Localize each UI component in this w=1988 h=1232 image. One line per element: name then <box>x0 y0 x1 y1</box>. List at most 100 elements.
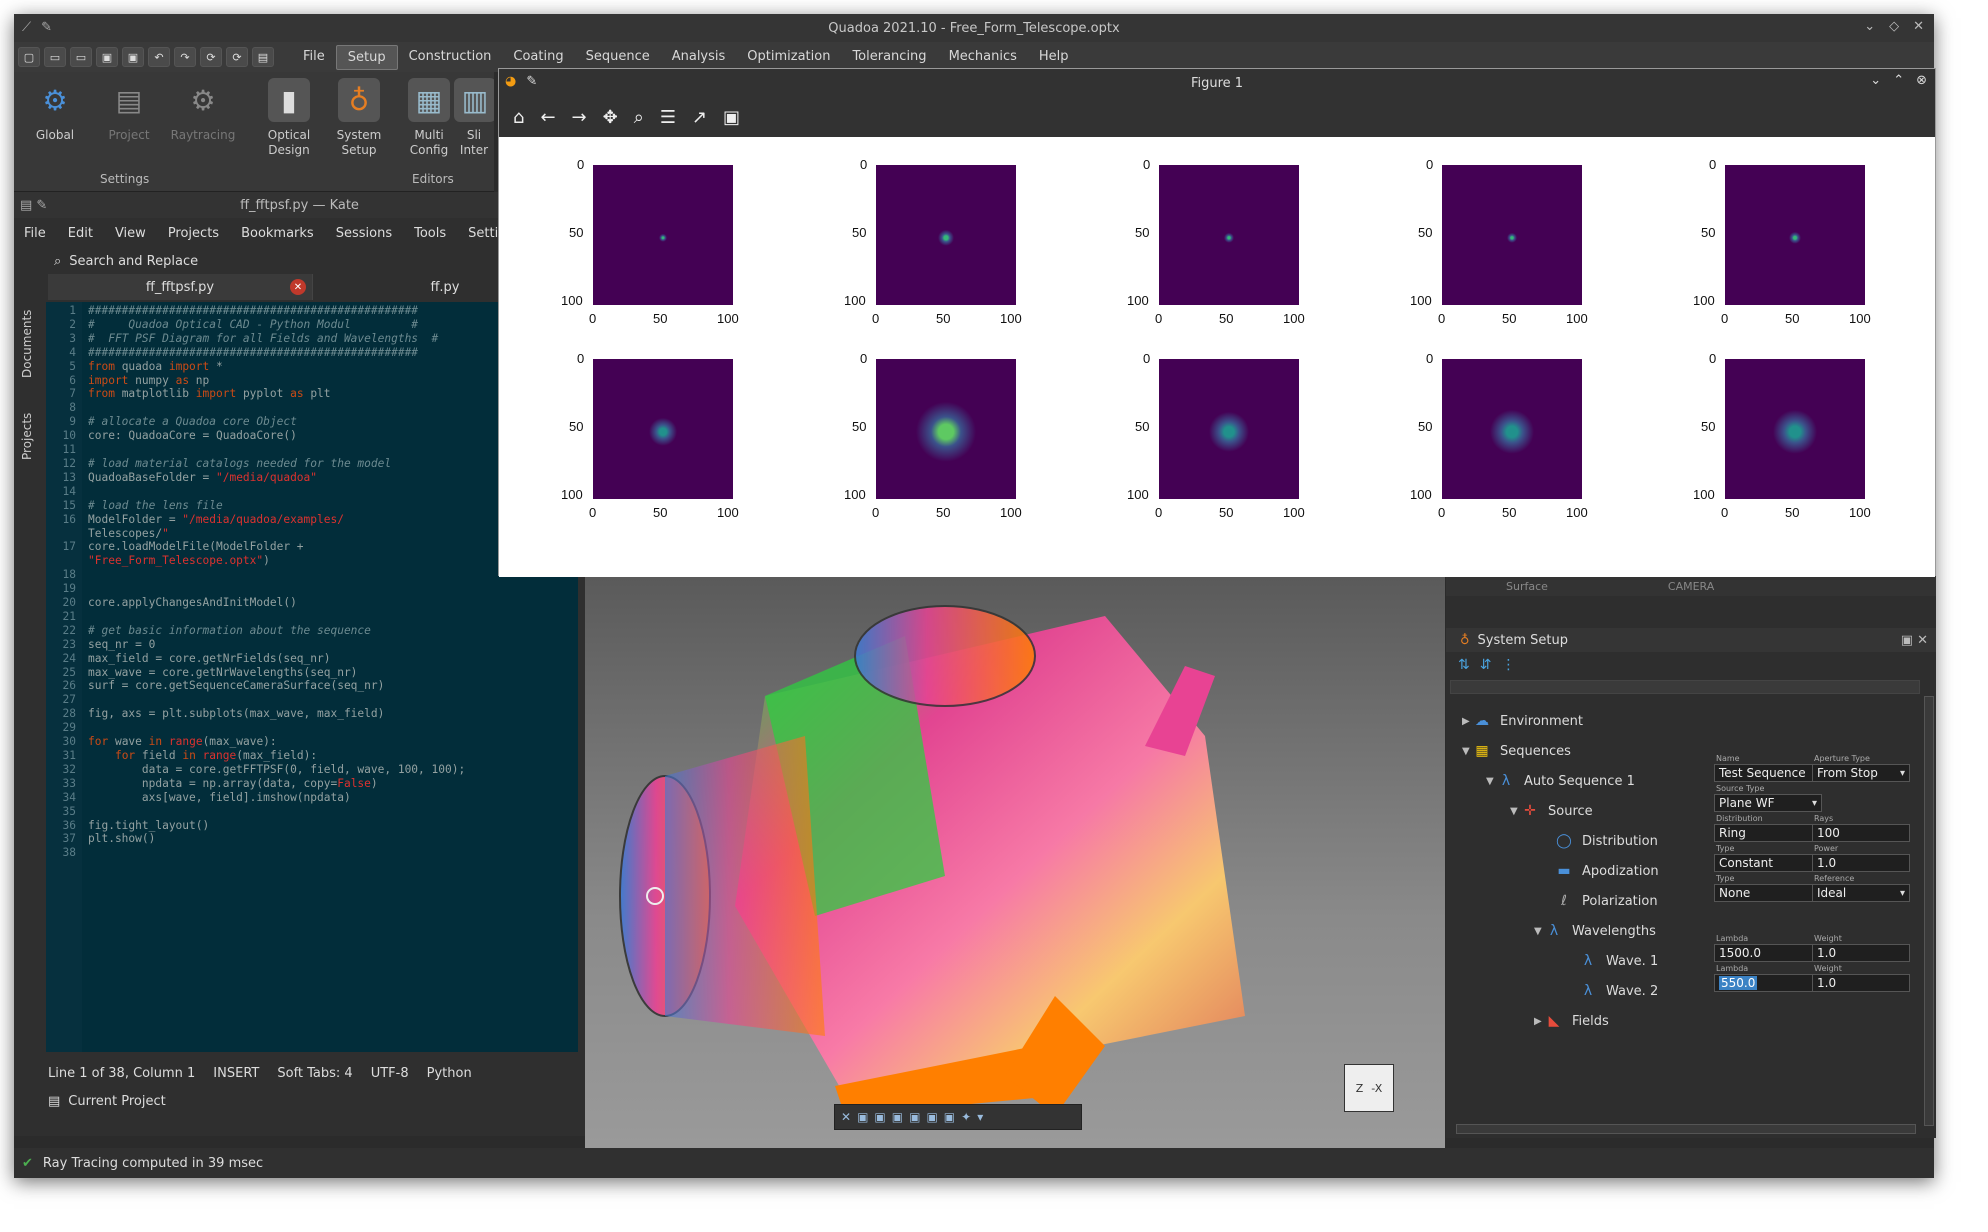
menu-tolerancing[interactable]: Tolerancing <box>841 45 937 70</box>
menu-file[interactable]: File <box>292 45 336 70</box>
source-type-select[interactable]: Plane WF <box>1714 794 1822 812</box>
back-icon[interactable]: ← <box>540 107 555 128</box>
project-button[interactable]: ▤ Project <box>94 78 164 143</box>
forward-icon[interactable]: → <box>572 107 587 128</box>
rays-field[interactable]: 100 <box>1812 824 1910 842</box>
maximize-icon[interactable]: ◇ <box>1889 19 1899 34</box>
minimize-icon[interactable]: ⌄ <box>1864 19 1875 34</box>
horizontal-scrollbar[interactable] <box>1456 1124 1916 1134</box>
menu-construction[interactable]: Construction <box>398 45 503 70</box>
redo-icon[interactable]: ↷ <box>174 47 196 67</box>
encoding-setting[interactable]: UTF-8 <box>371 1066 409 1081</box>
tree-wave2[interactable]: λ Wave. 2 <box>1580 976 1658 1006</box>
cursor-position[interactable]: Line 1 of 38, Column 1 <box>48 1066 195 1081</box>
kate-menu-file[interactable]: File <box>24 226 46 241</box>
optical-design-button[interactable]: ▮ Optical Design <box>254 78 324 158</box>
left-view-icon[interactable]: ▣ <box>892 1110 903 1124</box>
menu-sequence[interactable]: Sequence <box>575 45 661 70</box>
window-icon[interactable]: ▤ <box>252 47 274 67</box>
kate-menu-sessions[interactable]: Sessions <box>336 226 392 241</box>
save-icon[interactable]: ▣ <box>723 107 740 128</box>
system-setup-button[interactable]: ♁ System Setup <box>324 78 394 158</box>
raytracing-button[interactable]: ⚙ Raytracing <box>168 78 238 143</box>
undo-icon[interactable]: ↶ <box>148 47 170 67</box>
tree-environment[interactable]: ▶ ☁ Environment <box>1462 706 1583 736</box>
configure-icon[interactable]: ☰ <box>660 107 676 128</box>
kate-menu-projects[interactable]: Projects <box>168 226 219 241</box>
close-icon[interactable]: ✕ <box>1913 19 1924 34</box>
slice-button[interactable]: ▥ Sli Inter <box>454 78 494 158</box>
wave1-weight-field[interactable]: 1.0 <box>1812 944 1910 962</box>
iso-view-icon[interactable]: ✦ <box>961 1110 971 1124</box>
view-cube[interactable]: Z -X <box>1344 1064 1394 1112</box>
menu-coating[interactable]: Coating <box>502 45 574 70</box>
refresh-icon[interactable]: ⟳ <box>200 47 222 67</box>
kate-menu-view[interactable]: View <box>115 226 146 241</box>
kate-menu-tools[interactable]: Tools <box>414 226 446 241</box>
tree-apodization[interactable]: ▬ Apodization <box>1556 856 1658 886</box>
more-icon[interactable]: ⋮ <box>1501 657 1515 673</box>
fit-view-icon[interactable]: ✕ <box>841 1110 851 1124</box>
top-view-icon[interactable]: ▣ <box>926 1110 937 1124</box>
tree-wave1[interactable]: λ Wave. 1 <box>1580 946 1658 976</box>
sync-icon[interactable]: ⟳ <box>226 47 248 67</box>
kate-menu-edit[interactable]: Edit <box>68 226 93 241</box>
front-view-icon[interactable]: ▣ <box>857 1110 868 1124</box>
wave2-weight-field[interactable]: 1.0 <box>1812 974 1910 992</box>
documents-side-tab[interactable]: Documents <box>20 310 34 378</box>
maximize-icon[interactable]: ⌃ <box>1893 73 1904 88</box>
home-icon[interactable]: ⌂ <box>513 107 524 128</box>
tree-fields[interactable]: ▶ ◣ Fields <box>1534 1006 1609 1036</box>
sort-up-icon[interactable]: ⇅ <box>1458 657 1470 673</box>
axes-edit-icon[interactable]: ↗ <box>692 107 707 128</box>
tree-auto-sequence[interactable]: ▼ λ Auto Sequence 1 <box>1486 766 1635 796</box>
minimize-icon[interactable]: ⌄ <box>1870 73 1881 88</box>
menu-help[interactable]: Help <box>1028 45 1080 70</box>
polarization-type-select[interactable]: None <box>1714 884 1822 902</box>
open-recent-icon[interactable]: ▭ <box>70 47 92 67</box>
menu-mechanics[interactable]: Mechanics <box>938 45 1028 70</box>
pin-icon[interactable]: ✎ <box>41 20 52 35</box>
projects-side-tab[interactable]: Projects <box>20 413 34 460</box>
open-folder-icon[interactable]: ▭ <box>44 47 66 67</box>
3d-view[interactable] <box>585 576 1445 1148</box>
input-mode[interactable]: INSERT <box>213 1066 259 1081</box>
wave2-lambda-field[interactable]: 550.0 <box>1714 974 1822 992</box>
kate-menu-bookmarks[interactable]: Bookmarks <box>241 226 314 241</box>
menu-analysis[interactable]: Analysis <box>661 45 737 70</box>
right-view-icon[interactable]: ▣ <box>909 1110 920 1124</box>
save-as-icon[interactable]: ▣ <box>122 47 144 67</box>
close-icon[interactable]: ⊗ <box>1916 73 1927 88</box>
vertical-scrollbar[interactable] <box>1924 696 1934 1126</box>
view-options-icon[interactable]: ▾ <box>977 1110 983 1124</box>
float-close-icons[interactable]: ▣ ✕ <box>1901 633 1928 648</box>
tree-source[interactable]: ▼ ✛ Source <box>1510 796 1593 826</box>
new-file-icon[interactable]: ▢ <box>18 47 40 67</box>
sort-down-icon[interactable]: ⇵ <box>1480 657 1492 673</box>
bottom-view-icon[interactable]: ▣ <box>944 1110 955 1124</box>
aperture-type-select[interactable]: From Stop <box>1812 764 1910 782</box>
power-field[interactable]: 1.0 <box>1812 854 1910 872</box>
close-tab-icon[interactable]: ✕ <box>290 279 306 295</box>
save-icon[interactable]: ▣ <box>96 47 118 67</box>
reference-select[interactable]: Ideal <box>1812 884 1910 902</box>
tree-sequences[interactable]: ▼ ▦ Sequences <box>1462 736 1571 766</box>
zoom-icon[interactable]: ⌕ <box>634 107 644 128</box>
figure-canvas[interactable]: 0 50 100 0 50 100 0 50 100 0 50 100 0 50 100 0 50 100 0 50 1… <box>499 137 1935 577</box>
tree-polarization[interactable]: ℓ Polarization <box>1556 886 1657 916</box>
current-project-button[interactable]: ▤ Current Project <box>48 1090 166 1112</box>
menu-setup[interactable]: Setup <box>335 44 398 70</box>
indent-setting[interactable]: Soft Tabs: 4 <box>277 1066 352 1081</box>
back-view-icon[interactable]: ▣ <box>874 1110 885 1124</box>
language-setting[interactable]: Python <box>427 1066 472 1081</box>
tab-ff-fftpsf[interactable]: ff_fftpsf.py ✕ <box>48 274 313 300</box>
wave1-lambda-field[interactable]: 1500.0 <box>1714 944 1822 962</box>
distribution-select[interactable]: Ring <box>1714 824 1822 842</box>
global-button[interactable]: ⚙ Global <box>20 78 90 143</box>
pin-icon[interactable]: ✎ <box>526 74 537 89</box>
pan-icon[interactable]: ✥ <box>603 107 618 128</box>
tree-wavelengths[interactable]: ▼ λ Wavelengths <box>1534 916 1656 946</box>
sequence-name-field[interactable]: Test Sequence <box>1714 764 1822 782</box>
code-text[interactable]: ########################################… <box>88 304 465 860</box>
menu-optimization[interactable]: Optimization <box>736 45 841 70</box>
